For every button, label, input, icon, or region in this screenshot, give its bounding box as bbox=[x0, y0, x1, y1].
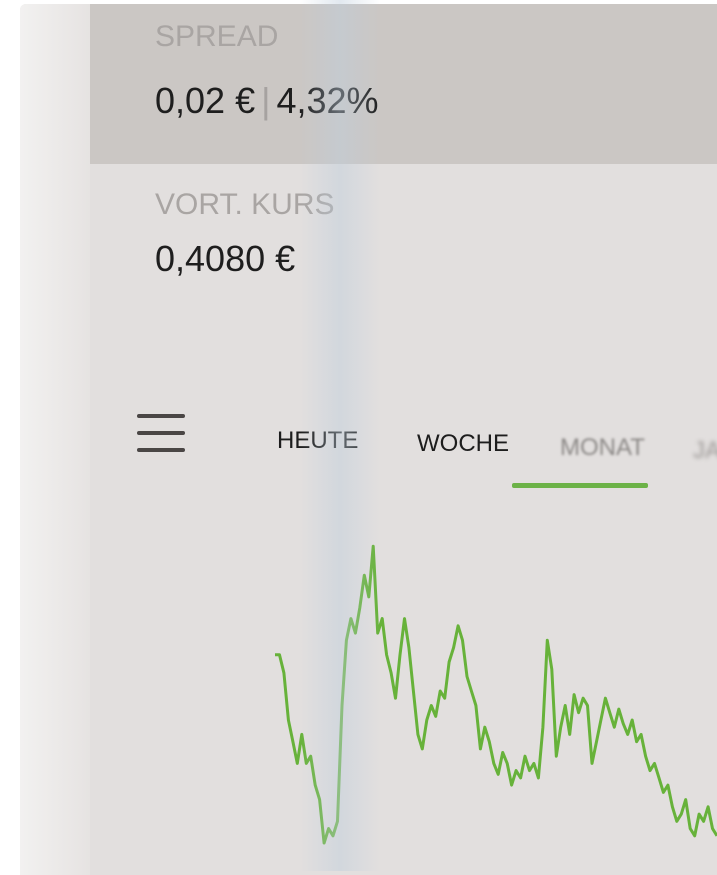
glare-reflection bbox=[300, 0, 380, 871]
